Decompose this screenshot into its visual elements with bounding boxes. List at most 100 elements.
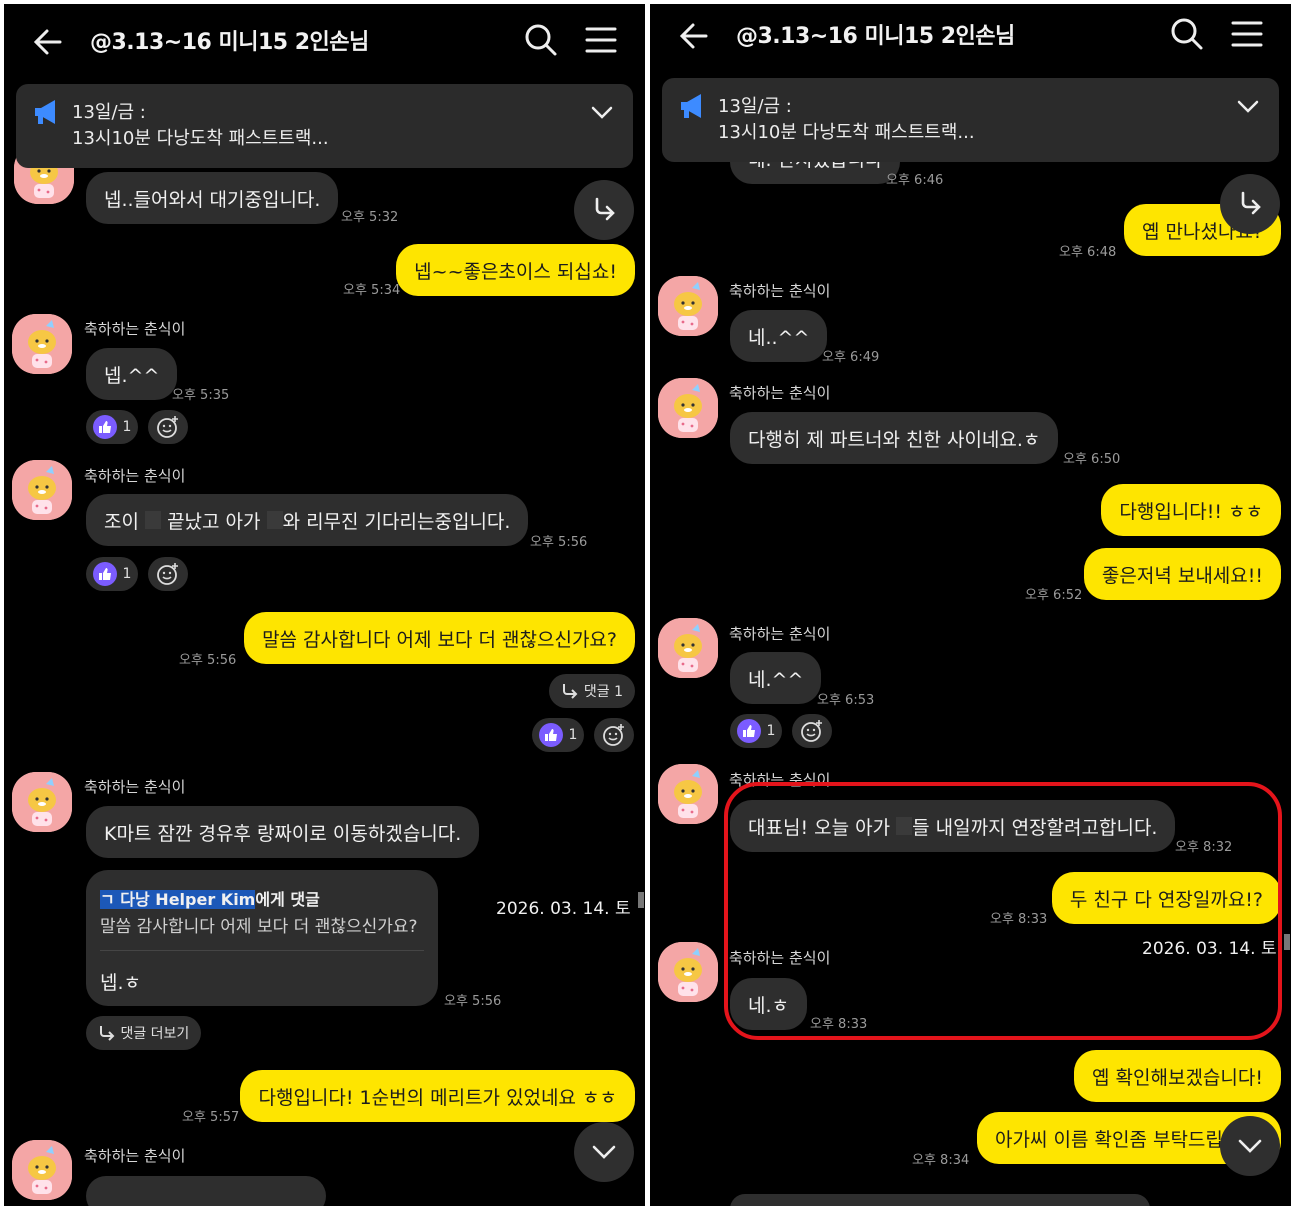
- message-bubble: 네..^^: [730, 310, 828, 362]
- notice-line-1: 13일/금 :: [72, 102, 146, 123]
- thumbs-up-icon: [92, 562, 117, 586]
- my-message-bubble: 좋은저녁 보내세요!!: [1083, 548, 1281, 600]
- my-message-bubble: 넵~~좋은초이스 되십쇼!: [396, 244, 635, 296]
- avatar[interactable]: [12, 772, 72, 832]
- thumbs-up-icon: [736, 719, 761, 743]
- add-emoji-icon: [157, 563, 178, 585]
- message-bubble: 네.^^: [730, 652, 822, 704]
- chat-title: @3.13~16 미니15 2인손님: [736, 24, 1015, 49]
- avatar-choonsik-icon: [12, 460, 72, 520]
- thumbs-up-icon: [92, 415, 117, 439]
- redaction-mask: [266, 511, 283, 529]
- chevron-down-icon[interactable]: [589, 102, 615, 122]
- avatar-choonsik-icon: [658, 942, 718, 1002]
- avatar[interactable]: [658, 618, 718, 678]
- reply-count: 댓글 1: [583, 684, 623, 700]
- message-bubble: 넵.^^: [86, 348, 178, 400]
- add-reaction-button[interactable]: [792, 714, 832, 748]
- add-emoji-icon: [157, 416, 178, 438]
- redaction-mask: [145, 511, 162, 529]
- message-time: 오후 6:48: [1059, 245, 1117, 260]
- reply-message-card[interactable]: ㄱ 다낭 Helper Kim에게 댓글 말씀 감사합니다 어제 보다 더 괜찮…: [86, 870, 438, 1006]
- my-message-bubble: 말씀 감사합니다 어제 보다 더 괜찮으신가요?: [244, 612, 635, 664]
- avatar-choonsik-icon: [12, 1140, 72, 1200]
- reply-count-chip[interactable]: 댓글 1: [549, 674, 635, 708]
- search-icon[interactable]: [521, 20, 561, 60]
- notice-line-1: 13일/금 :: [718, 96, 792, 117]
- message-text: 와 리무진 기다리는중입니다.: [282, 510, 511, 533]
- megaphone-icon: [35, 100, 55, 124]
- reply-divider: [100, 950, 424, 951]
- sender-name: 축하하는 춘식이: [729, 384, 831, 402]
- my-message-bubble: 다행입니다! 1순번의 메리트가 있었네요 ㅎㅎ: [240, 1070, 635, 1122]
- sender-name: 축하하는 춘식이: [84, 778, 186, 796]
- avatar-choonsik-icon: [658, 378, 718, 438]
- chat-title: @3.13~16 미니15 2인손님: [90, 30, 369, 55]
- more-replies-label: 댓글 더보기: [120, 1026, 190, 1042]
- message-time: 오후 5:32: [341, 210, 399, 225]
- chat-header: @3.13~16 미니15 2인손님: [650, 4, 1291, 72]
- message-time: 오후 6:53: [817, 693, 875, 708]
- avatar-choonsik-icon: [658, 764, 718, 824]
- avatar[interactable]: [658, 378, 718, 438]
- sender-name: 축하하는 춘식이: [729, 625, 831, 643]
- share-button[interactable]: [574, 180, 634, 240]
- add-reaction-button[interactable]: [148, 557, 188, 591]
- message-time: 오후 6:52: [1025, 588, 1083, 603]
- avatar[interactable]: [12, 460, 72, 520]
- like-count: 1: [122, 566, 132, 582]
- add-emoji-icon: [603, 724, 624, 746]
- avatar[interactable]: [12, 1140, 72, 1200]
- avatar[interactable]: [658, 942, 718, 1002]
- like-reaction[interactable]: 1: [86, 410, 138, 444]
- message-time: 오후 5:56: [530, 535, 588, 550]
- reply-header: ㄱ 다낭 Helper Kim에게 댓글: [100, 886, 320, 910]
- more-replies-button[interactable]: 댓글 더보기: [86, 1016, 202, 1050]
- back-arrow-icon[interactable]: [28, 22, 68, 62]
- like-count: 1: [568, 727, 578, 743]
- avatar[interactable]: [12, 314, 72, 374]
- menu-icon[interactable]: [1227, 14, 1267, 54]
- chevron-down-icon[interactable]: [1235, 96, 1261, 116]
- share-icon: [595, 197, 615, 221]
- sender-name: 축하하는 춘식이: [84, 467, 186, 485]
- reply-target-name: ㄱ 다낭 Helper Kim: [100, 890, 256, 909]
- menu-icon[interactable]: [581, 20, 621, 60]
- avatar[interactable]: [658, 276, 718, 336]
- notice-banner[interactable]: 13일/금 : 13시10분 다낭도착 패스트트랙...: [662, 78, 1279, 162]
- reply-arrow-icon: [563, 684, 578, 699]
- add-reaction-button[interactable]: [594, 718, 634, 752]
- like-reaction[interactable]: 1: [730, 714, 782, 748]
- message-time: 오후 8:34: [912, 1153, 970, 1168]
- chevron-down-icon: [1238, 1139, 1262, 1153]
- message-bubble: 넵..들어와서 대기중입니다.: [86, 172, 339, 224]
- chevron-down-icon: [592, 1145, 616, 1159]
- thumbs-up-icon: [538, 723, 563, 747]
- share-button[interactable]: [1220, 174, 1280, 234]
- message-time: 오후 5:56: [444, 994, 502, 1009]
- avatar[interactable]: [658, 764, 718, 824]
- message-time: 오후 6:50: [1063, 452, 1121, 467]
- reply-quote: 말씀 감사합니다 어제 보다 더 괜찮으신가요?: [100, 917, 418, 937]
- notice-banner[interactable]: 13일/금 : 13시10분 다낭도착 패스트트랙...: [16, 84, 633, 168]
- scroll-down-button[interactable]: [1220, 1116, 1280, 1176]
- like-reaction[interactable]: 1: [532, 718, 584, 752]
- message-bubble-partial: [730, 1194, 1150, 1206]
- highlight-annotation-box: [724, 782, 1282, 1040]
- scrollbar-thumb[interactable]: [1284, 934, 1290, 950]
- avatar-choonsik-icon: [12, 772, 72, 832]
- message-text: 끝났고 아가: [167, 510, 261, 533]
- scrollbar-thumb[interactable]: [638, 892, 644, 908]
- avatar-choonsik-icon: [12, 314, 72, 374]
- scroll-down-button[interactable]: [574, 1122, 634, 1182]
- like-count: 1: [122, 419, 132, 435]
- back-arrow-icon[interactable]: [674, 16, 714, 56]
- add-reaction-button[interactable]: [148, 410, 188, 444]
- sender-name: 축하하는 춘식이: [84, 1147, 186, 1165]
- like-reaction[interactable]: 1: [86, 557, 138, 591]
- search-icon[interactable]: [1167, 14, 1207, 54]
- notice-line-2: 13시10분 다낭도착 패스트트랙...: [718, 122, 975, 143]
- message-time: 오후 5:34: [343, 283, 401, 298]
- message-time: 오후 6:46: [886, 173, 944, 188]
- reply-header-suffix: 에게 댓글: [255, 890, 320, 909]
